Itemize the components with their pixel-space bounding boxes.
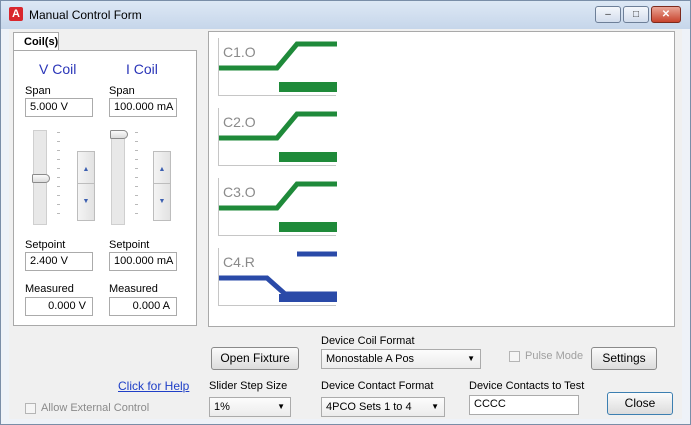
i-coil-slider-track[interactable]: [111, 130, 125, 225]
device-contact-format-label: Device Contact Format: [321, 380, 434, 392]
v-span-field[interactable]: 5.000 V: [25, 98, 93, 117]
device-coil-format-select[interactable]: Monostable A Pos ▼: [321, 349, 481, 369]
device-contacts-test-label: Device Contacts to Test: [469, 380, 585, 392]
i-slider-ticks: [135, 132, 138, 220]
v-setpoint-field[interactable]: 2.400 V: [25, 252, 93, 271]
contact-trace: [219, 181, 337, 232]
v-measured-label: Measured: [25, 283, 74, 295]
slider-step-size-select[interactable]: 1% ▼: [209, 397, 291, 417]
app-icon: A: [9, 7, 23, 21]
device-coil-format-value: Monostable A Pos: [326, 353, 415, 365]
i-setpoint-label: Setpoint: [109, 239, 150, 251]
allow-external-control-checkbox[interactable]: [25, 403, 36, 414]
contact-cell: C1.O: [218, 38, 337, 96]
device-contact-format-value: 4PCO Sets 1 to 4: [326, 401, 412, 413]
window-title: Manual Control Form: [29, 8, 142, 22]
pulse-mode-label: Pulse Mode: [525, 350, 584, 362]
help-link[interactable]: Click for Help: [118, 379, 189, 393]
title-bar[interactable]: A Manual Control Form – □ ✕: [1, 1, 690, 29]
device-contact-format-select[interactable]: 4PCO Sets 1 to 4 ▼: [321, 397, 445, 417]
allow-external-control-label: Allow External Control: [41, 402, 150, 414]
contact-trace: [219, 111, 337, 162]
v-measured-field: 0.000 V: [25, 297, 93, 316]
v-span-label: Span: [25, 85, 51, 97]
chevron-down-icon: ▼: [467, 354, 475, 363]
close-button[interactable]: Close: [607, 392, 673, 415]
v-slider-ticks: [57, 132, 60, 220]
contact-cell: C3.O: [218, 178, 337, 236]
contact-trace: [219, 251, 337, 302]
contact-trace: [219, 41, 337, 92]
v-setpoint-label: Setpoint: [25, 239, 66, 251]
i-coil-slider-thumb[interactable]: [110, 130, 128, 139]
i-coil-heading: I Coil: [126, 61, 158, 77]
chevron-down-icon: ▼: [431, 402, 439, 411]
settings-button[interactable]: Settings: [591, 347, 657, 370]
i-measured-field: 0.000 A: [109, 297, 177, 316]
chevron-down-icon: ▼: [277, 402, 285, 411]
i-spin-down-button[interactable]: ▼: [153, 183, 171, 221]
minimize-button[interactable]: –: [595, 6, 621, 23]
slider-step-size-value: 1%: [214, 401, 230, 413]
i-span-label: Span: [109, 85, 135, 97]
contact-cell: C4.R: [218, 248, 337, 306]
maximize-button[interactable]: □: [623, 6, 649, 23]
contact-cell: C2.O: [218, 108, 337, 166]
i-span-field[interactable]: 100.000 mA: [109, 98, 177, 117]
v-coil-slider-thumb[interactable]: [32, 173, 50, 183]
v-coil-heading: V Coil: [39, 61, 77, 77]
tab-coils[interactable]: Coil(s): [13, 32, 59, 50]
v-spin-down-button[interactable]: ▼: [77, 183, 95, 221]
pulse-mode-checkbox[interactable]: [509, 351, 520, 362]
slider-step-size-label: Slider Step Size: [209, 380, 288, 392]
close-window-button[interactable]: ✕: [651, 6, 681, 23]
open-fixture-button[interactable]: Open Fixture: [211, 347, 299, 370]
i-measured-label: Measured: [109, 283, 158, 295]
device-contacts-test-field[interactable]: CCCC: [469, 395, 579, 415]
device-coil-format-label: Device Coil Format: [321, 335, 415, 347]
manual-control-window: A Manual Control Form – □ ✕ Coil(s) V Co…: [0, 0, 691, 425]
i-setpoint-field[interactable]: 100.000 mA: [109, 252, 177, 271]
